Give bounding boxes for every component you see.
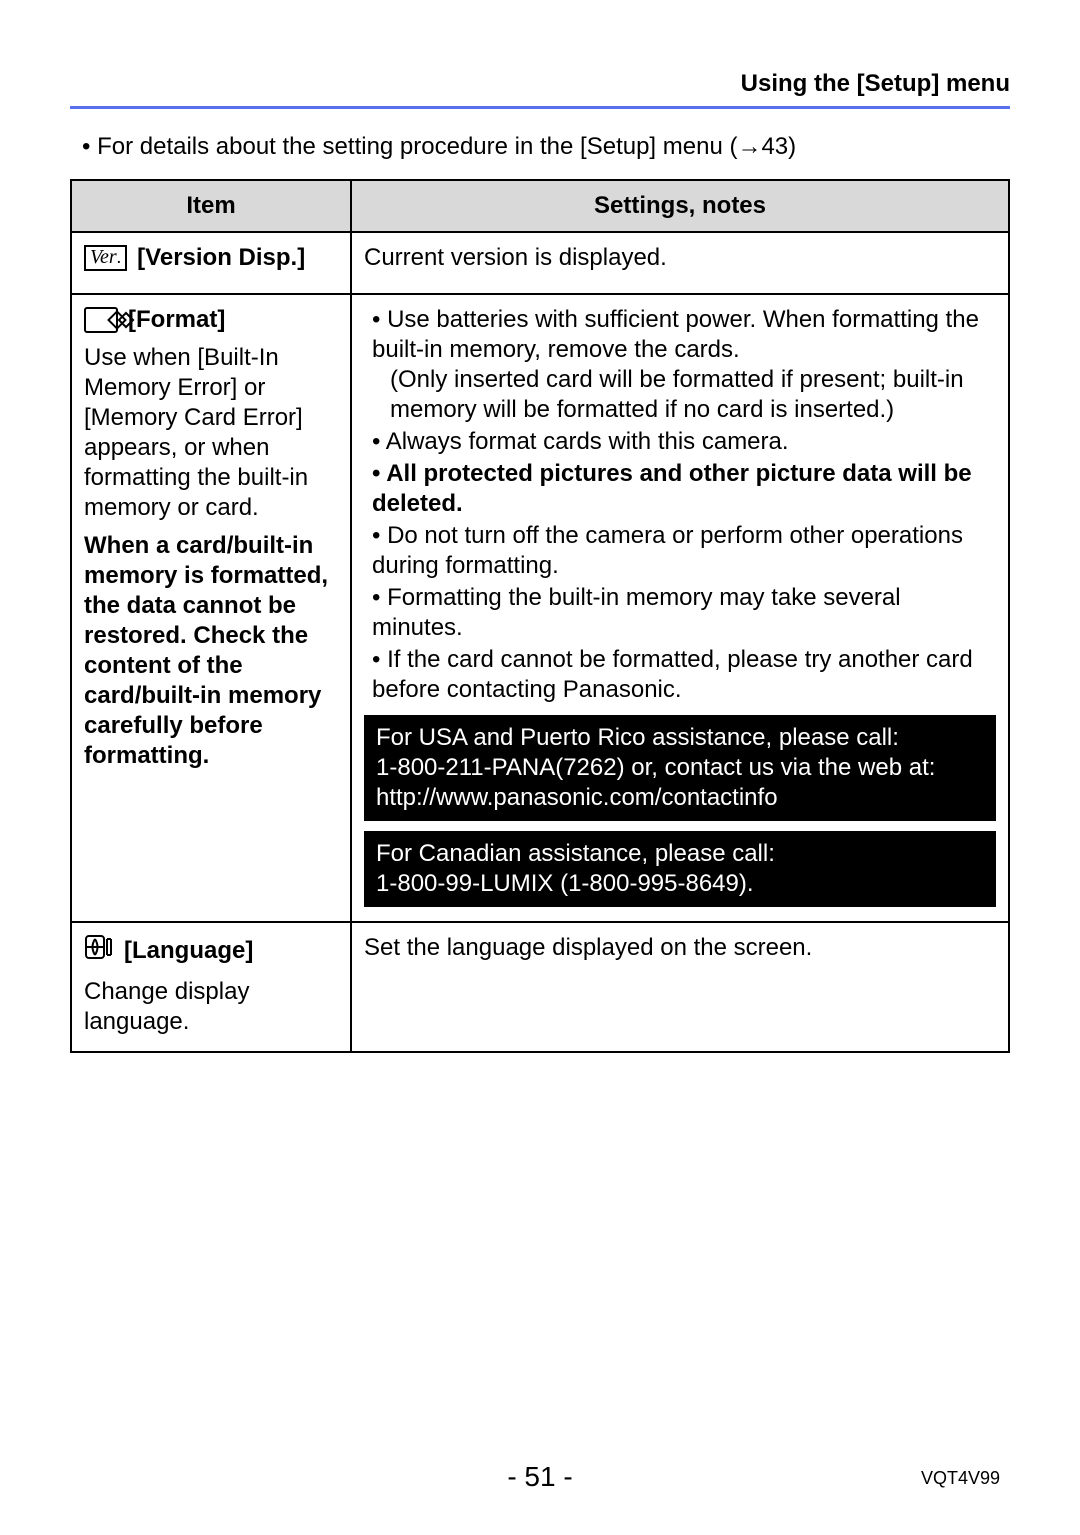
- note-item-bold: All protected pictures and other picture…: [372, 459, 996, 519]
- callout-line: For USA and Puerto Rico assistance, plea…: [376, 723, 984, 753]
- item-warning: When a card/built-in memory is formatted…: [84, 531, 338, 771]
- item-title: [Version Disp.]: [137, 243, 305, 273]
- note-item: If the card cannot be formatted, please …: [372, 645, 996, 705]
- table-header-row: Item Settings, notes: [71, 180, 1009, 232]
- callout-line: 1-800-211-PANA(7262) or, contact us via …: [376, 753, 984, 783]
- settings-table: Item Settings, notes Ver. [Version Disp.…: [70, 179, 1010, 1053]
- notes-text: Set the language displayed on the screen…: [364, 934, 812, 961]
- manual-page: Using the [Setup] menu • For details abo…: [0, 0, 1080, 1535]
- item-format: [Format] Use when [Built-In Memory Error…: [71, 294, 351, 922]
- document-code: VQT4V99: [921, 1468, 1000, 1489]
- callout-canada: For Canadian assistance, please call: 1-…: [364, 831, 996, 907]
- note-item: Always format cards with this camera.: [372, 427, 996, 457]
- table-row: Ver. [Version Disp.] Current version is …: [71, 232, 1009, 294]
- version-icon: Ver.: [84, 245, 127, 271]
- intro-text: For details about the setting procedure …: [97, 133, 796, 160]
- table-row: [Language] Change display language. Set …: [71, 922, 1009, 1052]
- callout-line: 1-800-99-LUMIX (1-800-995-8649).: [376, 869, 984, 899]
- notes-text: Current version is displayed.: [364, 244, 667, 271]
- note-item: Do not turn off the camera or perform ot…: [372, 521, 996, 581]
- col-header-notes: Settings, notes: [351, 180, 1009, 232]
- note-item: Formatting the built-in memory may take …: [372, 583, 996, 643]
- notes-version-disp: Current version is displayed.: [351, 232, 1009, 294]
- notes-list: Use batteries with sufficient power. Whe…: [364, 305, 996, 705]
- language-icon: [84, 933, 114, 969]
- section-header: Using the [Setup] menu: [70, 70, 1010, 109]
- callout-usa: For USA and Puerto Rico assistance, plea…: [364, 715, 996, 821]
- intro-line: • For details about the setting procedur…: [70, 133, 1010, 161]
- page-number: - 51 -: [0, 1461, 1080, 1493]
- section-title: Using the [Setup] menu: [741, 70, 1010, 97]
- table-row: [Format] Use when [Built-In Memory Error…: [71, 294, 1009, 922]
- note-subtext: (Only inserted card will be formatted if…: [372, 365, 996, 425]
- callout-line: For Canadian assistance, please call:: [376, 839, 984, 869]
- item-title: [Format]: [128, 305, 225, 335]
- item-language: [Language] Change display language.: [71, 922, 351, 1052]
- notes-format: Use batteries with sufficient power. Whe…: [351, 294, 1009, 922]
- note-text: Use batteries with sufficient power. Whe…: [372, 306, 979, 363]
- callout-line: http://www.panasonic.com/contactinfo: [376, 783, 984, 813]
- item-title: [Language]: [124, 936, 253, 966]
- notes-language: Set the language displayed on the screen…: [351, 922, 1009, 1052]
- item-version-disp: Ver. [Version Disp.]: [71, 232, 351, 294]
- format-icon: [84, 307, 118, 333]
- note-item: Use batteries with sufficient power. Whe…: [372, 305, 996, 425]
- col-header-item: Item: [71, 180, 351, 232]
- intro-bullet: •: [82, 133, 97, 160]
- item-desc: Change display language.: [84, 977, 338, 1037]
- item-desc: Use when [Built-In Memory Error] or [Mem…: [84, 343, 338, 523]
